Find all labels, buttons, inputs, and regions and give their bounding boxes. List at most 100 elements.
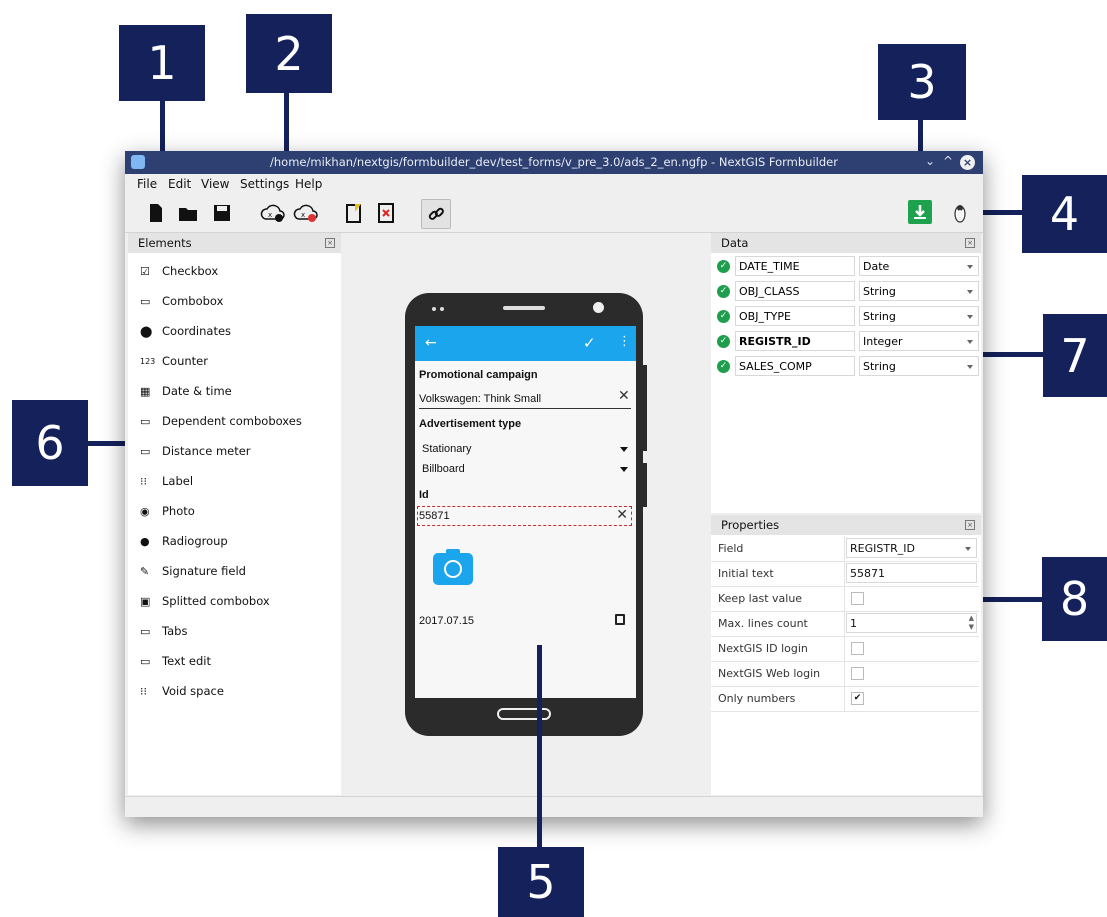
counter-icon: 123 [140, 356, 156, 366]
check-circle-icon: ✓ [717, 260, 730, 273]
data-row[interactable]: ✓ OBJ_CLASS String [717, 280, 979, 303]
field-type-select[interactable]: Integer [859, 331, 979, 351]
phone-side-button [643, 463, 647, 507]
check-icon[interactable]: ✓ [583, 334, 596, 352]
check-circle-icon: ✓ [717, 335, 730, 348]
data-row[interactable]: ✓ SALES_COMP String [717, 355, 979, 378]
nextgis-web-login-checkbox[interactable] [851, 667, 864, 680]
calendar-icon: ▦ [140, 384, 151, 398]
field-type-select[interactable]: Date [859, 256, 979, 276]
element-coordinates[interactable]: ⬤ Coordinates [140, 320, 231, 342]
download-button[interactable] [908, 200, 932, 224]
field-name[interactable]: SALES_COMP [735, 356, 855, 376]
element-checkbox[interactable]: ☑ Checkbox [140, 260, 218, 282]
phone-home-button [497, 708, 551, 720]
element-label[interactable]: ⁝⁝ Label [140, 470, 193, 492]
elements-panel-header: Elements × [128, 233, 341, 253]
dependent-combobox-icon: ▭ [140, 414, 151, 428]
calendar-icon[interactable] [615, 614, 625, 625]
new-file-icon[interactable] [145, 202, 167, 224]
field-type: String [863, 360, 896, 373]
element-distance-meter[interactable]: ▭ Distance meter [140, 440, 251, 462]
maximize-button[interactable]: ^ [943, 154, 953, 168]
menu-settings[interactable]: Settings [240, 177, 289, 191]
delete-form-icon[interactable] [375, 202, 397, 224]
data-row-selected[interactable]: ✓ REGISTR_ID Integer [717, 330, 979, 353]
phone-preview: ← ✓ ⋮ Promotional campaign Volkswagen: T… [405, 293, 647, 736]
field-name[interactable]: OBJ_CLASS [735, 281, 855, 301]
svg-text:x: x [301, 211, 305, 219]
element-photo[interactable]: ◉ Photo [140, 500, 195, 522]
back-arrow-icon[interactable]: ← [425, 335, 437, 351]
elements-panel-title: Elements [138, 236, 192, 250]
element-void-space[interactable]: ⁝⁝ Void space [140, 680, 224, 702]
ad-type-select-2[interactable]: Billboard [422, 463, 465, 475]
field-select[interactable]: REGISTR_ID [846, 538, 977, 558]
element-signature-field[interactable]: ✎ Signature field [140, 560, 246, 582]
only-numbers-checkbox[interactable]: ✔ [851, 692, 864, 705]
element-date-time[interactable]: ▦ Date & time [140, 380, 232, 402]
cloud-download-icon[interactable]: x [293, 202, 319, 224]
menu-edit[interactable]: Edit [168, 177, 191, 191]
distance-icon: ▭ [140, 444, 151, 458]
close-button[interactable]: × [960, 155, 975, 170]
field-name[interactable]: REGISTR_ID [735, 331, 855, 351]
field-name[interactable]: DATE_TIME [735, 256, 855, 276]
photo-button[interactable] [433, 549, 473, 585]
id-field-selected[interactable]: 55871 ✕ [417, 506, 632, 526]
property-key: NextGIS ID login [718, 642, 808, 655]
ad-type-select-1[interactable]: Stationary [422, 443, 472, 455]
property-nextgis-id-login: NextGIS ID login [711, 636, 979, 662]
menu-view[interactable]: View [201, 177, 229, 191]
divider [844, 661, 845, 686]
property-key: Only numbers [718, 692, 796, 705]
element-combobox[interactable]: ▭ Combobox [140, 290, 223, 312]
nextgis-id-login-checkbox[interactable] [851, 642, 864, 655]
element-radiogroup[interactable]: ● Radiogroup [140, 530, 228, 552]
save-icon[interactable] [211, 202, 233, 224]
section-advertisement-type: Advertisement type [419, 418, 522, 430]
callout-6: 6 [12, 400, 88, 486]
spin-arrows-icon[interactable]: ▲ ▼ [969, 614, 974, 632]
more-vert-icon[interactable]: ⋮ [618, 334, 631, 349]
cloud-upload-icon[interactable]: x [260, 202, 286, 224]
clear-icon[interactable]: ✕ [616, 507, 628, 523]
panel-close-icon[interactable]: × [965, 520, 975, 530]
menu-file[interactable]: File [137, 177, 157, 191]
property-field: Field REGISTR_ID [711, 536, 979, 562]
link-button[interactable] [421, 199, 451, 229]
phone-front-camera [593, 302, 604, 313]
panel-close-icon[interactable]: × [325, 238, 335, 248]
minimize-button[interactable]: ⌄ [925, 154, 935, 168]
splitted-combobox-icon: ▣ [140, 594, 151, 608]
keep-last-value-checkbox[interactable] [851, 592, 864, 605]
data-row[interactable]: ✓ DATE_TIME Date [717, 255, 979, 278]
element-text-edit[interactable]: ▭ Text edit [140, 650, 211, 672]
field-name[interactable]: OBJ_TYPE [735, 306, 855, 326]
field-type-select[interactable]: String [859, 356, 979, 376]
property-keep-last-value: Keep last value [711, 586, 979, 612]
max-lines-spinbox[interactable]: 1 ▲ ▼ [846, 613, 977, 633]
dropdown-arrow-icon [620, 467, 628, 472]
menu-help[interactable]: Help [295, 177, 322, 191]
data-row[interactable]: ✓ OBJ_TYPE String [717, 305, 979, 328]
chevron-down-icon [967, 365, 973, 369]
field-type-select[interactable]: String [859, 306, 979, 326]
element-splitted-combobox[interactable]: ▣ Splitted combobox [140, 590, 270, 612]
chevron-down-icon [967, 265, 973, 269]
campaign-input[interactable]: Volkswagen: Think Small [419, 393, 541, 405]
label-icon: ⁝⁝ [140, 474, 147, 488]
date-input[interactable]: 2017.07.15 [419, 615, 474, 627]
open-folder-icon[interactable] [177, 202, 199, 224]
element-counter[interactable]: 123 Counter [140, 350, 208, 372]
edit-form-icon[interactable] [343, 202, 365, 224]
tux-icon[interactable] [949, 202, 971, 224]
panel-close-icon[interactable]: × [965, 238, 975, 248]
clear-icon[interactable]: ✕ [618, 388, 630, 404]
field-type-select[interactable]: String [859, 281, 979, 301]
element-dependent-comboboxes[interactable]: ▭ Dependent comboboxes [140, 410, 302, 432]
element-tabs[interactable]: ▭ Tabs [140, 620, 187, 642]
property-value: REGISTR_ID [850, 542, 915, 555]
void-space-icon: ⁝⁝ [140, 684, 147, 698]
initial-text-input[interactable]: 55871 [846, 563, 977, 583]
